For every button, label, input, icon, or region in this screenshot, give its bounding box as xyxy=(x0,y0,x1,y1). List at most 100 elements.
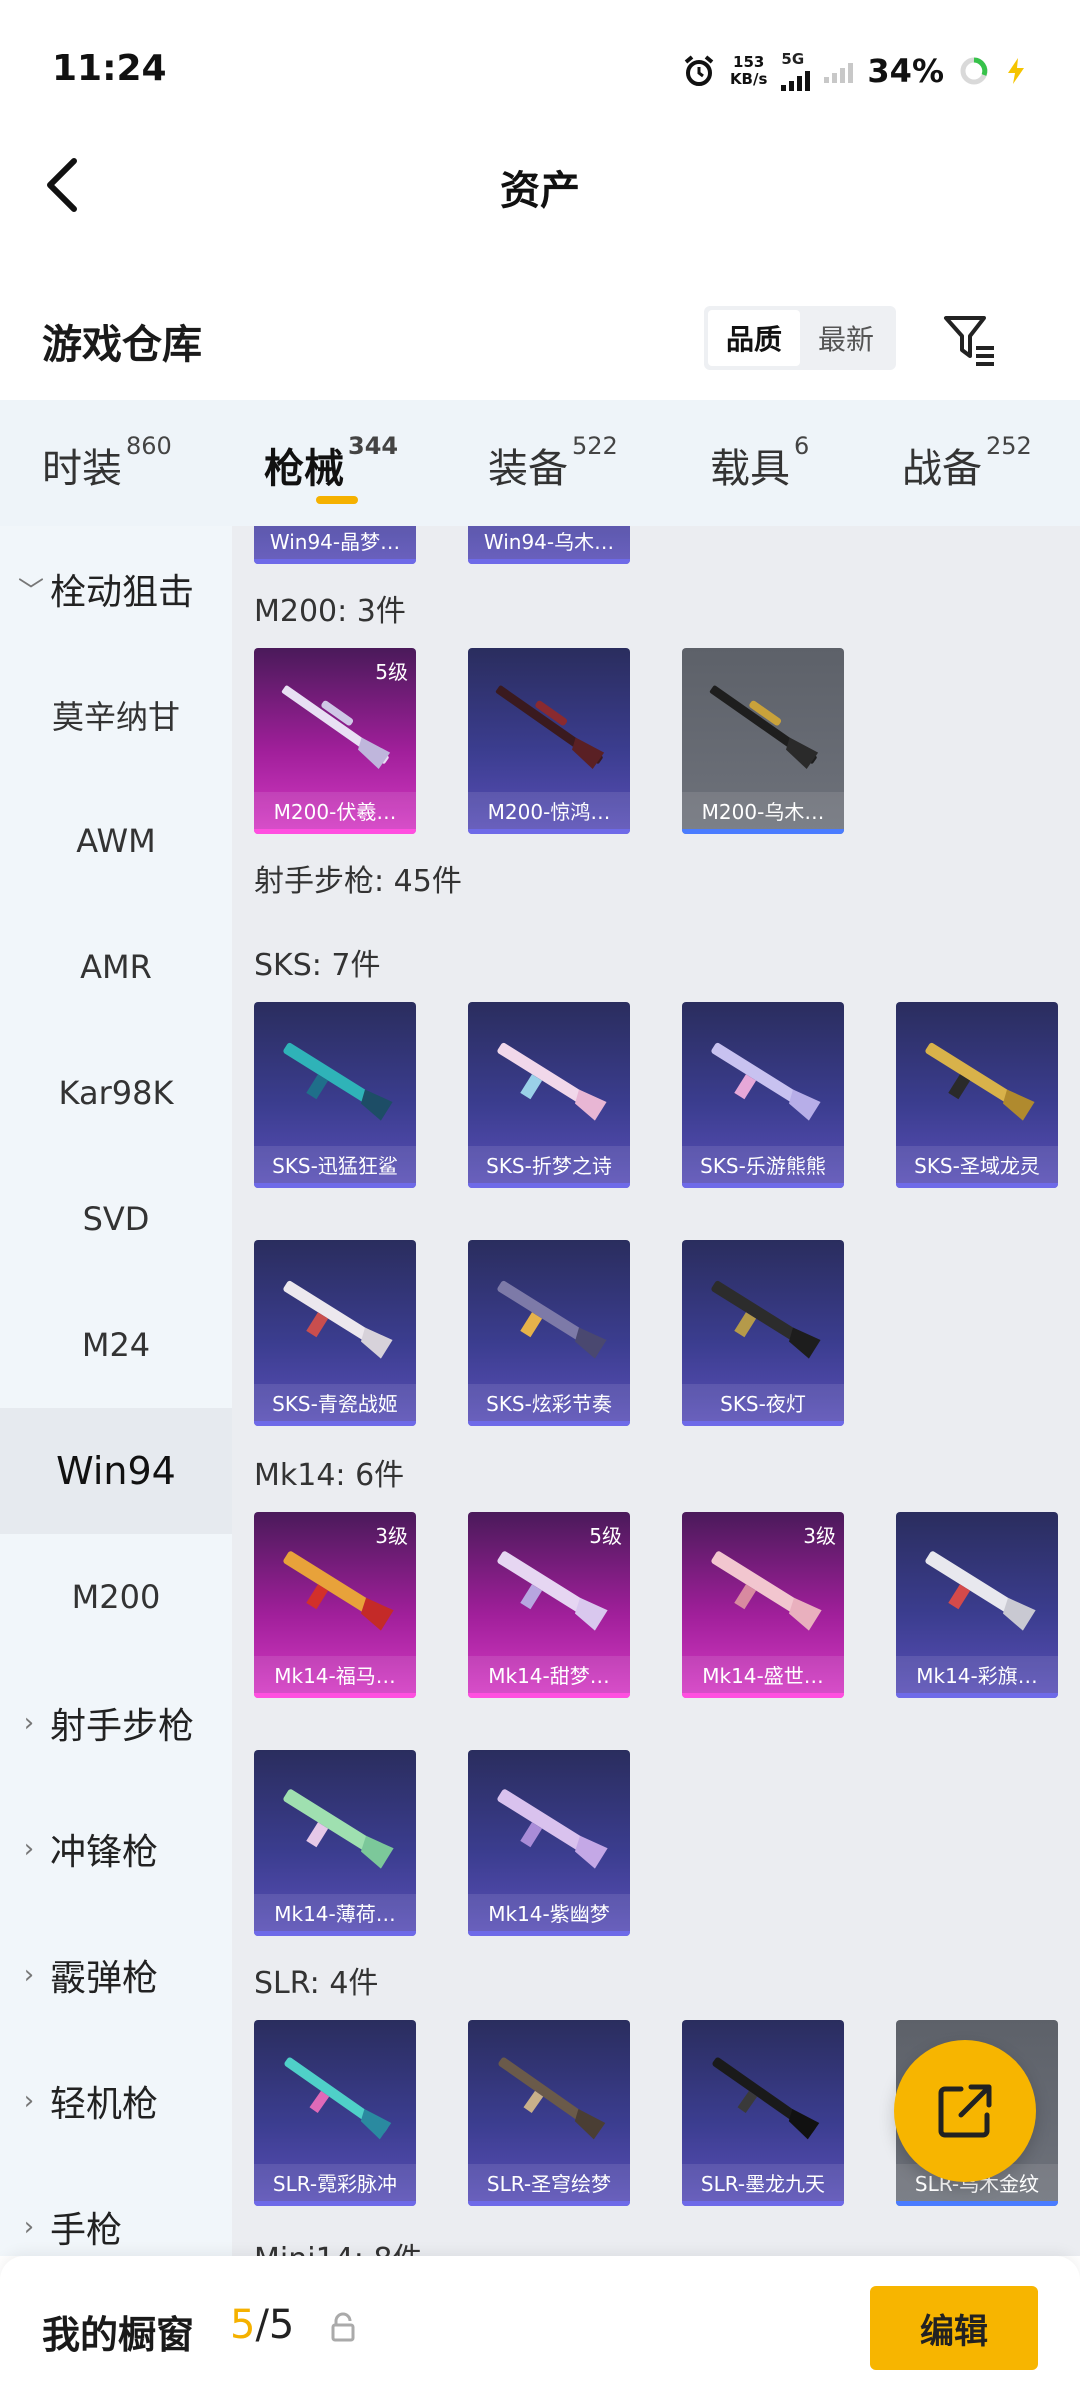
edit-button[interactable]: 编辑 xyxy=(870,2286,1038,2370)
skin-name: Win94-晶梦… xyxy=(254,526,416,564)
skin-card[interactable]: M200-乌木… xyxy=(682,648,844,834)
sidebar-item-m200[interactable]: M200 xyxy=(0,1534,232,1660)
skin-card[interactable]: 3级 Mk14-福马… xyxy=(254,1512,416,1698)
skin-level-badge: 3级 xyxy=(803,1524,836,1548)
skin-card[interactable]: 5级 Mk14-甜梦… xyxy=(468,1512,630,1698)
chevron-right-icon: › xyxy=(23,2086,35,2116)
weapon-type-sidebar: ﹀ 栓动狙击 莫辛纳甘 AWM AMR Kar98K SVD M24 Win94 … xyxy=(0,526,232,2256)
skin-card[interactable]: SKS-夜灯 xyxy=(682,1240,844,1426)
sidebar-group-lmg[interactable]: › 轻机枪 xyxy=(0,2038,232,2164)
sidebar-group-shotgun[interactable]: › 霰弹枪 xyxy=(0,1912,232,2038)
skin-card[interactable]: 5级 M200-伏羲… xyxy=(254,648,416,834)
skin-card[interactable]: SKS-青瓷战姬 xyxy=(254,1240,416,1426)
skin-name: M200-乌木… xyxy=(682,792,844,834)
tab-count: 344 xyxy=(348,432,399,460)
sidebar-item-amr[interactable]: AMR xyxy=(0,904,232,1030)
sidebar-item-win94[interactable]: Win94 xyxy=(0,1408,232,1534)
skin-card[interactable]: SKS-乐游熊熊 xyxy=(682,1002,844,1188)
rifle-icon xyxy=(283,1042,393,1121)
skin-card[interactable]: SKS-圣域龙灵 xyxy=(896,1002,1058,1188)
sidebar-group-smg[interactable]: › 冲锋枪 xyxy=(0,1786,232,1912)
skin-card[interactable]: M200-惊鸿… xyxy=(468,648,630,834)
skin-card[interactable]: SLR-霓彩脉冲 xyxy=(254,2020,416,2206)
sidebar-item-m24[interactable]: M24 xyxy=(0,1282,232,1408)
rifle-icon xyxy=(283,1551,394,1631)
sidebar-group-bolt-action[interactable]: ﹀ 栓动狙击 xyxy=(0,526,232,652)
rifle-icon xyxy=(712,2057,820,2140)
sidebar-item-svd[interactable]: SVD xyxy=(0,1156,232,1282)
skin-card[interactable]: SKS-折梦之诗 xyxy=(468,1002,630,1188)
sidebar-item-awm[interactable]: AWM xyxy=(0,778,232,904)
skin-card[interactable]: Mk14-彩旗… xyxy=(896,1512,1058,1698)
sniper-rifle-icon xyxy=(281,685,391,769)
rifle-icon xyxy=(497,1551,608,1631)
showcase-label: 我的橱窗 xyxy=(42,2313,195,2357)
rifle-icon xyxy=(925,1042,1035,1121)
section-heading: Mini14: 8件 xyxy=(254,2234,422,2256)
tab-label: 枪械 xyxy=(264,446,344,492)
showcase-count: 5/5 xyxy=(230,2302,294,2348)
tab-tactical[interactable]: 战备 252 xyxy=(902,432,1032,494)
tab-count: 860 xyxy=(126,432,172,460)
skin-card[interactable]: SLR-墨龙九天 xyxy=(682,2020,844,2206)
showcase-current: 5 xyxy=(230,2302,256,2348)
skin-level-badge: 5级 xyxy=(589,1524,622,1548)
rifle-icon xyxy=(498,2057,606,2140)
tab-vehicles[interactable]: 载具 6 xyxy=(710,432,809,494)
skin-card[interactable]: SLR-圣穹绘梦 xyxy=(468,2020,630,2206)
tab-equipment[interactable]: 装备 522 xyxy=(488,432,618,494)
skin-name: SKS-圣域龙灵 xyxy=(896,1146,1058,1188)
network-type: 5G xyxy=(781,49,805,68)
sidebar-item-label: 轻机枪 xyxy=(50,2084,159,2125)
skin-level-badge: 3级 xyxy=(375,1524,408,1548)
sniper-rifle-icon xyxy=(495,685,605,769)
skin-name: Mk14-盛世… xyxy=(682,1656,844,1698)
category-tabs: 时装 860 枪械 344 装备 522 载具 6 战备 252 xyxy=(0,400,1080,526)
sidebar-item-label: 手枪 xyxy=(50,2210,123,2251)
rifle-icon xyxy=(497,1042,607,1121)
sort-option-quality[interactable]: 品质 xyxy=(708,310,800,366)
skin-card[interactable]: SKS-炫彩节奏 xyxy=(468,1240,630,1426)
skin-name: SKS-青瓷战姬 xyxy=(254,1384,416,1426)
filter-button[interactable] xyxy=(940,310,1000,370)
skin-card[interactable]: Mk14-紫幽梦 xyxy=(468,1750,630,1936)
signal-bars-icon xyxy=(781,67,811,91)
status-indicators: 153 KB/s 5G 34% xyxy=(682,46,1028,96)
skin-name: Mk14-彩旗… xyxy=(896,1656,1058,1698)
tab-fashion[interactable]: 时装 860 xyxy=(42,432,172,494)
skin-name: SKS-迅猛狂鲨 xyxy=(254,1146,416,1188)
rifle-icon xyxy=(711,1280,821,1359)
section-heading: SLR: 4件 xyxy=(254,1966,379,2001)
share-fab-button[interactable] xyxy=(894,2040,1036,2182)
skin-card[interactable]: SKS-迅猛狂鲨 xyxy=(254,1002,416,1188)
tab-label: 载具 xyxy=(710,446,790,492)
filter-icon xyxy=(944,316,994,366)
section-heading: SKS: 7件 xyxy=(254,948,381,983)
tab-firearms[interactable]: 枪械 344 xyxy=(264,432,398,494)
rifle-icon xyxy=(284,2057,392,2140)
rifle-icon xyxy=(283,1280,393,1359)
skin-card[interactable]: Mk14-薄荷… xyxy=(254,1750,416,1936)
skin-name: Mk14-福马… xyxy=(254,1656,416,1698)
skin-name: Mk14-薄荷… xyxy=(254,1894,416,1936)
status-time: 11:24 xyxy=(52,48,167,89)
skin-card[interactable]: Win94-乌木… xyxy=(468,526,630,564)
skin-name: M200-伏羲… xyxy=(254,792,416,834)
sidebar-item-mosin[interactable]: 莫辛纳甘 xyxy=(0,652,232,778)
sidebar-item-label: 霰弹枪 xyxy=(50,1958,159,1999)
battery-percent: 34% xyxy=(867,52,944,90)
skin-card[interactable]: Win94-晶梦… xyxy=(254,526,416,564)
skin-card[interactable]: 3级 Mk14-盛世… xyxy=(682,1512,844,1698)
section-heading: Mk14: 6件 xyxy=(254,1458,405,1493)
sidebar-item-kar98k[interactable]: Kar98K xyxy=(0,1030,232,1156)
net-speed: 153 KB/s xyxy=(730,54,767,88)
external-link-icon xyxy=(938,2084,992,2138)
rifle-icon xyxy=(283,1789,394,1869)
sort-option-newest[interactable]: 最新 xyxy=(800,310,892,366)
warehouse-title: 游戏仓库 xyxy=(42,322,202,368)
lock-icon xyxy=(331,2312,355,2342)
skin-name: SKS-夜灯 xyxy=(682,1384,844,1426)
tab-label: 时装 xyxy=(42,446,122,492)
sidebar-group-marksman[interactable]: › 射手步枪 xyxy=(0,1660,232,1786)
sidebar-group-pistol[interactable]: › 手枪 xyxy=(0,2164,232,2256)
